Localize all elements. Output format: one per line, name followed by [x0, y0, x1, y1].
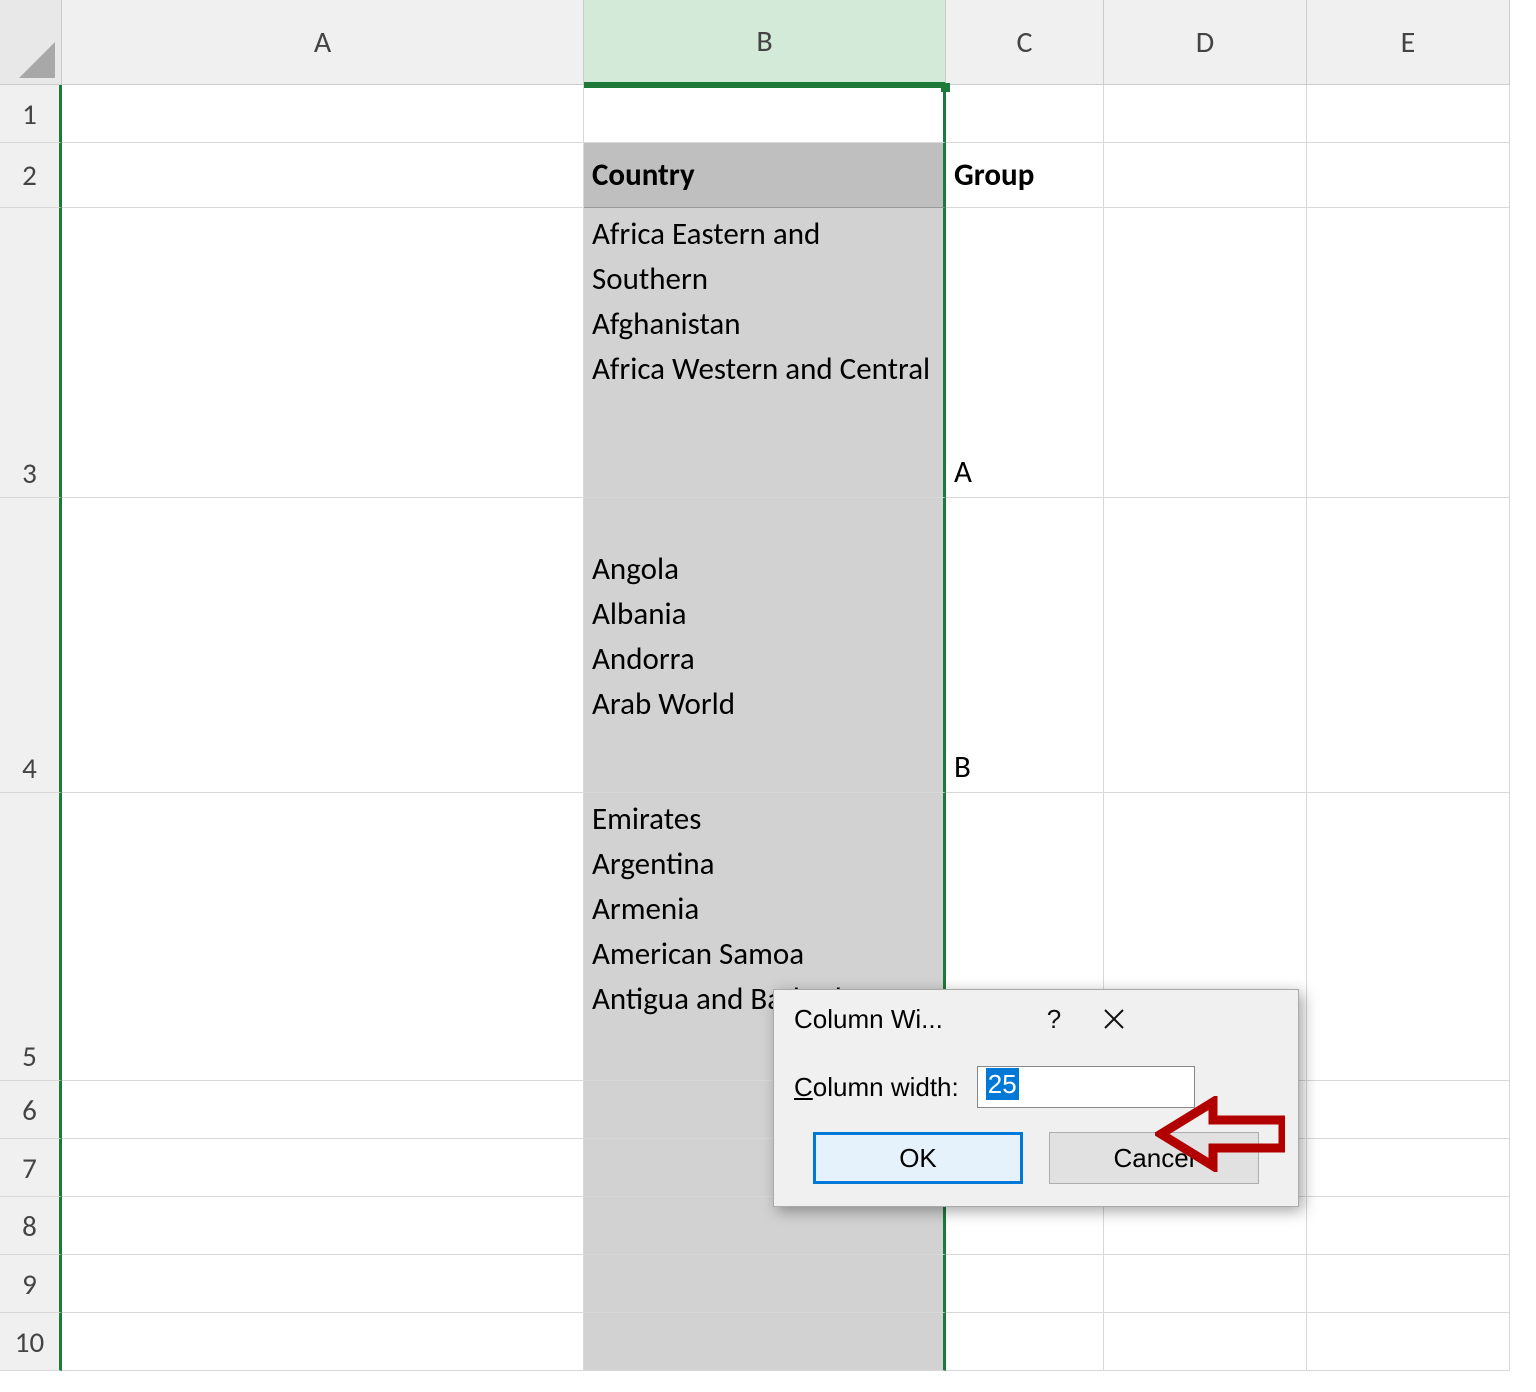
cell-a9[interactable] [62, 1255, 584, 1313]
column-width-label: Column width: [794, 1072, 959, 1103]
cell-e9[interactable] [1307, 1255, 1510, 1313]
cell-c2[interactable]: Group [946, 143, 1104, 208]
dialog-title-text: Column Wi... [794, 1004, 1024, 1035]
row-header-1[interactable]: 1 [0, 85, 62, 143]
column-width-input[interactable]: 25 [977, 1066, 1195, 1108]
cell-a10[interactable] [62, 1313, 584, 1371]
row-header-4[interactable]: 4 [0, 498, 62, 793]
cell-a8[interactable] [62, 1197, 584, 1255]
row-header-5[interactable]: 5 [0, 793, 62, 1081]
col-header-d[interactable]: D [1104, 0, 1307, 85]
row-header-3[interactable]: 3 [0, 208, 62, 498]
cell-e6[interactable] [1307, 1081, 1510, 1139]
cell-a5[interactable] [62, 793, 584, 1081]
cell-c3[interactable]: A [946, 208, 1104, 498]
dialog-close-button[interactable] [1084, 996, 1144, 1042]
cell-d3[interactable] [1104, 208, 1307, 498]
col-header-b[interactable]: B [584, 0, 946, 85]
row-header-8[interactable]: 8 [0, 1197, 62, 1255]
dialog-help-button[interactable]: ? [1024, 996, 1084, 1042]
cell-b1[interactable] [584, 85, 946, 143]
cell-e7[interactable] [1307, 1139, 1510, 1197]
close-icon [1102, 1007, 1126, 1031]
row-header-7[interactable]: 7 [0, 1139, 62, 1197]
cell-e1[interactable] [1307, 85, 1510, 143]
cell-d4[interactable] [1104, 498, 1307, 793]
cell-d1[interactable] [1104, 85, 1307, 143]
cell-e10[interactable] [1307, 1313, 1510, 1371]
col-header-a[interactable]: A [62, 0, 584, 85]
cell-c9[interactable] [946, 1255, 1104, 1313]
row-header-10[interactable]: 10 [0, 1313, 62, 1371]
col-header-c[interactable]: C [946, 0, 1104, 85]
column-width-dialog: Column Wi... ? Column width: 25 OK Cance… [773, 989, 1299, 1207]
row-header-9[interactable]: 9 [0, 1255, 62, 1313]
selection-handle[interactable] [941, 83, 950, 92]
cell-d10[interactable] [1104, 1313, 1307, 1371]
cell-d9[interactable] [1104, 1255, 1307, 1313]
dialog-titlebar[interactable]: Column Wi... ? [774, 990, 1298, 1048]
cell-d2[interactable] [1104, 143, 1307, 208]
row-header-2[interactable]: 2 [0, 143, 62, 208]
cell-b2[interactable]: Country [584, 143, 946, 208]
cell-c1[interactable] [946, 85, 1104, 143]
cell-a1[interactable] [62, 85, 584, 143]
col-header-e[interactable]: E [1307, 0, 1510, 85]
cell-a2[interactable] [62, 143, 584, 208]
cell-e5[interactable] [1307, 793, 1510, 1081]
cell-c10[interactable] [946, 1313, 1104, 1371]
cell-e2[interactable] [1307, 143, 1510, 208]
cell-a4[interactable] [62, 498, 584, 793]
cell-b4[interactable]: Angola Albania Andorra Arab World [584, 498, 946, 793]
ok-button[interactable]: OK [813, 1132, 1023, 1184]
row-header-6[interactable]: 6 [0, 1081, 62, 1139]
cell-e4[interactable] [1307, 498, 1510, 793]
cancel-button[interactable]: Cancel [1049, 1132, 1259, 1184]
cell-c4[interactable]: B [946, 498, 1104, 793]
cell-b9[interactable] [584, 1255, 946, 1313]
cell-a7[interactable] [62, 1139, 584, 1197]
cell-a6[interactable] [62, 1081, 584, 1139]
cell-e8[interactable] [1307, 1197, 1510, 1255]
select-all-corner[interactable] [0, 0, 62, 85]
cell-a3[interactable] [62, 208, 584, 498]
spreadsheet-grid[interactable]: A B C D E 1 2 Country Group 3 Africa Eas… [0, 0, 1536, 1371]
cell-b10[interactable] [584, 1313, 946, 1371]
cell-b3[interactable]: Africa Eastern and Southern Afghanistan … [584, 208, 946, 498]
cell-e3[interactable] [1307, 208, 1510, 498]
